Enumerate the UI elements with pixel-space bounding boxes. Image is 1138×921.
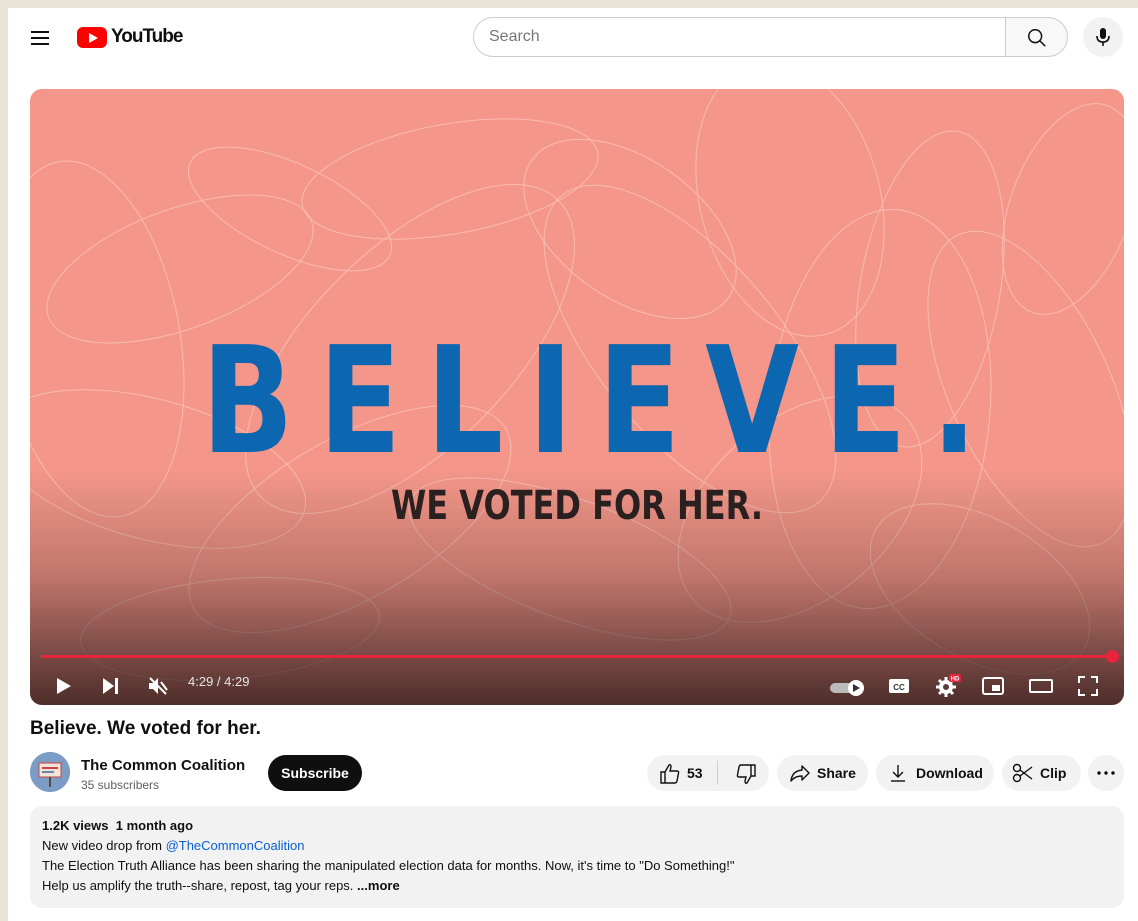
search-button[interactable] — [1005, 17, 1068, 57]
search-input[interactable] — [473, 17, 1005, 57]
video-title: Believe. We voted for her. — [30, 718, 261, 739]
channel-name[interactable]: The Common Coalition — [81, 757, 245, 774]
fullscreen-icon[interactable] — [1078, 676, 1098, 696]
description-text: Help us amplify the truth--share, repost… — [42, 878, 354, 893]
search-icon — [1028, 29, 1046, 47]
mute-icon[interactable] — [147, 675, 169, 697]
cc-icon[interactable]: CC — [888, 677, 910, 695]
like-count[interactable]: 53 — [687, 755, 703, 791]
description-prefix: New video drop from — [42, 838, 166, 853]
hamburger-icon[interactable] — [28, 28, 52, 46]
description-line: Help us amplify the truth--share, repost… — [42, 878, 400, 893]
description-line: The Election Truth Alliance has been sha… — [42, 858, 735, 873]
video-headline-text: BELIEVE. — [201, 315, 1002, 487]
view-meta: 1.2K views 1 month ago — [42, 818, 193, 833]
youtube-play-icon — [77, 26, 107, 48]
clip-label: Clip — [1040, 765, 1067, 781]
like-dislike-divider — [717, 761, 718, 785]
video-player[interactable]: BELIEVE. WE VOTED FOR HER. 4:29 / 4:29 C… — [30, 89, 1124, 705]
download-button[interactable]: Download — [876, 755, 994, 791]
scissors-icon — [1012, 763, 1033, 783]
gear-icon[interactable]: HD — [935, 674, 961, 698]
youtube-watch-page: YouTube Search BELIEVE. WE VOTED FOR HER… — [8, 8, 1138, 921]
svg-text:HD: HD — [951, 677, 960, 683]
subscriber-count: 35 subscribers — [81, 778, 160, 792]
view-count: 1.2K views — [42, 818, 109, 833]
thumbs-down-icon[interactable] — [735, 763, 757, 785]
logo-text: YouTube — [111, 26, 183, 47]
share-icon — [790, 765, 810, 782]
mic-icon — [1096, 28, 1110, 46]
voice-search-button[interactable] — [1083, 17, 1123, 57]
next-icon[interactable] — [102, 677, 120, 695]
play-icon[interactable] — [56, 677, 72, 695]
top-bar: YouTube — [8, 8, 1138, 66]
channel-avatar[interactable] — [30, 752, 70, 792]
more-icon — [1097, 771, 1115, 775]
description-line: New video drop from @TheCommonCoalition — [42, 838, 304, 853]
clip-button[interactable]: Clip — [1002, 755, 1081, 791]
subscribe-button[interactable]: Subscribe — [268, 755, 362, 791]
share-button[interactable]: Share — [777, 755, 868, 791]
time-display: 4:29 / 4:29 — [188, 674, 250, 689]
theater-icon[interactable] — [1029, 678, 1053, 694]
upload-date: 1 month ago — [115, 818, 194, 833]
autoplay-toggle-icon[interactable] — [830, 679, 866, 697]
more-actions-button[interactable] — [1088, 755, 1124, 791]
show-more-link[interactable]: ...more — [357, 878, 400, 893]
thumbs-up-icon[interactable] — [659, 763, 681, 785]
miniplayer-icon[interactable] — [982, 677, 1004, 695]
description-box[interactable]: 1.2K views 1 month ago New video drop fr… — [30, 806, 1124, 908]
video-subline-text: WE VOTED FOR HER. — [391, 483, 763, 529]
youtube-logo[interactable]: YouTube — [77, 25, 183, 49]
progress-bar[interactable] — [41, 655, 1113, 658]
svg-text:CC: CC — [893, 683, 905, 692]
progress-scrubber[interactable] — [1106, 650, 1119, 663]
share-label: Share — [817, 765, 856, 781]
download-label: Download — [916, 765, 983, 781]
download-icon — [891, 765, 905, 782]
avatar-image — [30, 752, 70, 792]
like-dislike-group: 53 — [647, 755, 769, 791]
channel-mention-link[interactable]: @TheCommonCoalition — [166, 838, 305, 853]
